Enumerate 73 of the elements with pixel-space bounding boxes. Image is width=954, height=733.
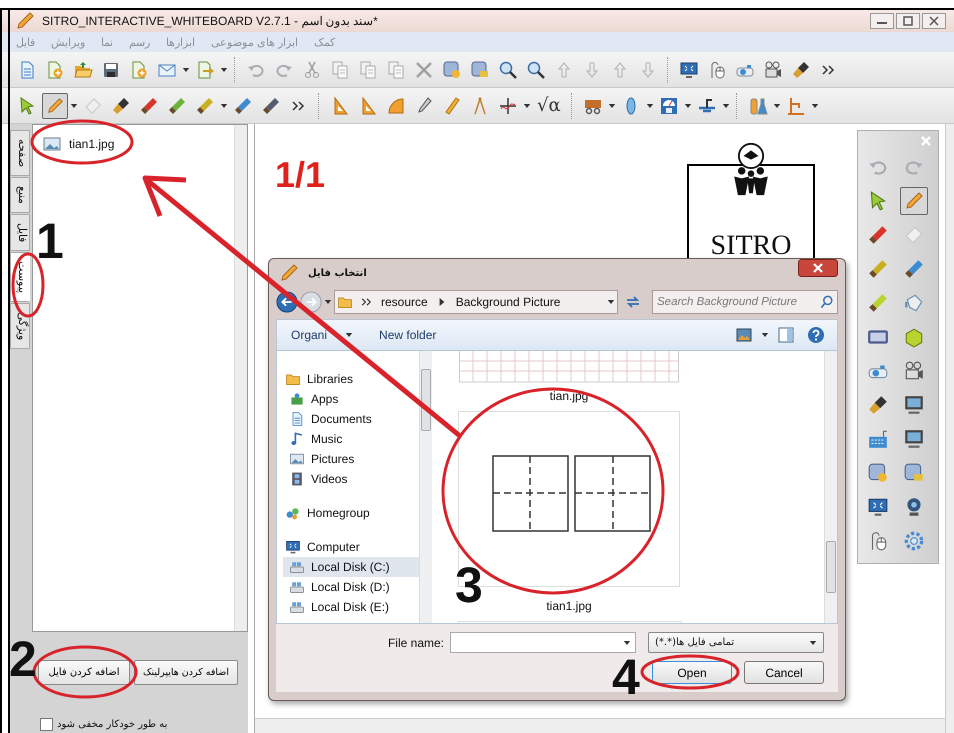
organize-menu[interactable]: Organi [291,328,328,342]
caret-icon[interactable] [722,102,730,110]
caret-icon[interactable] [345,331,354,339]
side-tab[interactable]: منبع [10,177,30,213]
minimize-button[interactable] [870,13,894,29]
file-name[interactable]: tian1.jpg [69,137,114,151]
cancel-button[interactable]: Cancel [744,661,824,684]
side-tab[interactable]: ویژگی [10,303,30,349]
horizontal-scrollbar[interactable] [255,718,945,733]
page-counter: 1/1 [275,154,326,196]
formula-button[interactable]: √α [533,95,565,116]
file-name[interactable]: tian.jpg [550,389,588,403]
file-name[interactable]: tian1.jpg [546,599,592,613]
add-hyperlink-button[interactable]: اضافه کردن هایپرلینک [134,660,238,685]
add-file-button[interactable]: اضافه کردن فایل [38,660,130,685]
nav-item[interactable]: Local Disk (D:) [283,577,419,597]
nav-item[interactable]: Homegroup [283,503,419,523]
scrollbar[interactable] [234,125,247,631]
search-field[interactable]: Search Background Picture [652,290,838,314]
checkbox[interactable] [40,718,53,731]
caret-icon[interactable] [623,638,631,646]
caret-icon[interactable] [220,102,228,110]
nav-item[interactable]: Documents [283,409,419,429]
vertical-scrollbar[interactable] [945,124,954,733]
step-number: 1 [36,216,64,266]
dialog-title: انتخاب فایل [308,268,367,278]
open-button[interactable]: Open [652,661,732,684]
file-name-label: File name: [388,636,444,650]
nav-item[interactable]: Local Disk (E:) [283,597,419,617]
forward-button[interactable] [300,291,322,313]
caret-icon[interactable] [772,102,781,110]
nav-item[interactable]: Pictures [283,449,419,469]
checkbox-label: به طور خودکار مخفی شود [57,719,168,730]
back-button[interactable] [276,291,298,313]
nav-item[interactable]: Local Disk (C:) [283,557,419,577]
logo-text: SITRO [710,230,792,262]
caret-icon[interactable] [761,331,769,339]
scrollbar[interactable] [824,351,837,623]
caret-icon[interactable] [810,102,819,110]
file-name-field[interactable] [450,632,636,653]
breadcrumb[interactable]: resource [379,295,430,309]
nav-item[interactable]: Libraries [283,369,419,389]
caret-icon[interactable] [70,102,78,110]
side-tab[interactable]: صفحه [10,130,30,176]
breadcrumb[interactable]: Background Picture [454,295,562,309]
caret-icon[interactable] [607,298,615,306]
restore-button[interactable] [896,13,920,29]
step-number: 2 [9,634,37,684]
caret-icon[interactable] [220,66,228,74]
caret-icon[interactable] [523,102,531,110]
caret-icon[interactable] [646,102,654,110]
close-button[interactable] [922,13,946,29]
grid-thumbnail[interactable] [459,351,679,383]
close-button[interactable] [798,259,838,277]
pencil-icon[interactable] [900,187,928,215]
new-folder-button[interactable]: New folder [379,328,436,342]
window-title: SITRO_INTERACTIVE_WHITEBOARD V2.7.1 - سند بدون اسم* [42,14,378,28]
caret-icon[interactable] [182,66,190,74]
nav-item[interactable]: Computer [283,537,419,557]
side-tab[interactable]: فایل [10,214,30,251]
nav-item[interactable]: Apps [283,389,419,409]
pencil-icon[interactable] [42,92,68,118]
caret-icon[interactable] [608,102,616,110]
step-number: 4 [612,652,640,702]
address-bar[interactable]: resource Background Picture [334,290,618,314]
caret-icon[interactable] [684,102,692,110]
step-number: 3 [455,560,483,610]
file-type-dropdown[interactable]: تمامی فایل ها(*.*) [648,632,824,653]
nav-item[interactable]: Music [283,429,419,449]
nav-item[interactable]: Videos [283,469,419,489]
scrollbar[interactable] [419,351,432,623]
caret-icon[interactable] [809,638,817,646]
caret-icon[interactable] [324,298,332,306]
